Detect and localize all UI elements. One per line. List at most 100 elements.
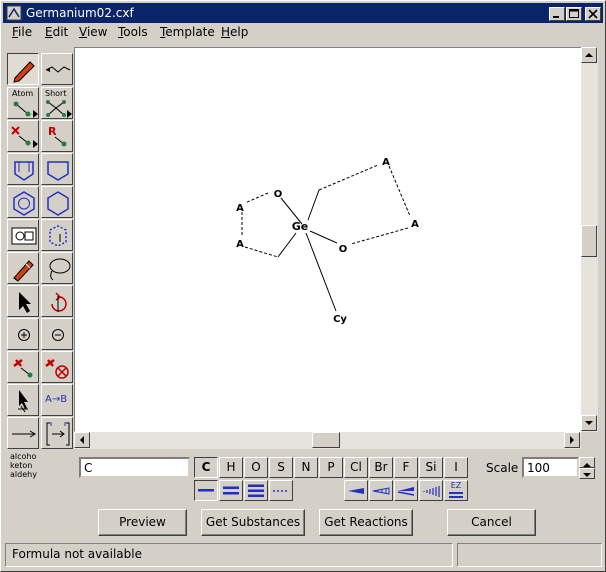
zoom-in-tool[interactable] <box>7 318 39 350</box>
chain-tool[interactable] <box>41 53 73 85</box>
atom-cy[interactable]: Cy <box>333 314 347 325</box>
atom-a4[interactable]: A <box>411 219 419 230</box>
element-si-button[interactable]: Si <box>419 457 443 478</box>
menu-edit[interactable]: Edit <box>45 25 68 39</box>
bond-a4-o2 <box>350 227 409 245</box>
benzene-icon <box>13 191 35 216</box>
element-h-button[interactable]: H <box>219 457 243 478</box>
atom-map-delete-tool[interactable] <box>41 351 73 383</box>
double-bond-icon <box>223 486 239 495</box>
window-title: Germanium02.cxf <box>26 6 134 20</box>
rotate-tool[interactable] <box>41 285 73 317</box>
horizontal-scrollbar[interactable] <box>74 432 581 449</box>
scale-input[interactable]: 100 <box>522 457 579 478</box>
element-p-button[interactable]: P <box>319 457 343 478</box>
reaction-arrow-tool[interactable] <box>7 417 39 449</box>
arrow-down-icon <box>585 421 593 425</box>
wedge-up-button[interactable] <box>344 480 368 501</box>
scale-spin-down[interactable] <box>579 468 595 479</box>
element-i-button[interactable]: I <box>444 457 468 478</box>
status-secondary <box>457 543 602 567</box>
scroll-down-button[interactable] <box>581 415 597 431</box>
template-select-tool[interactable] <box>41 219 73 251</box>
close-button[interactable] <box>585 7 601 21</box>
atom-ge[interactable]: Ge <box>292 220 309 233</box>
wedge-down-button[interactable] <box>369 480 393 501</box>
atom-bond-icon <box>13 101 38 118</box>
preview-button[interactable]: Preview <box>98 509 187 536</box>
structure-canvas[interactable]: Ge O O A A A A Cy <box>74 47 584 432</box>
bond-c2-a3 <box>318 164 379 191</box>
select-tool[interactable] <box>7 285 39 317</box>
minimize-button[interactable] <box>549 7 565 21</box>
triple-bond-button[interactable] <box>244 480 268 501</box>
reaction-mapping-label: A→B <box>45 394 68 405</box>
pentagon-tool[interactable] <box>41 153 73 185</box>
cancel-button[interactable]: Cancel <box>447 509 536 536</box>
get-substances-button[interactable]: Get Substances <box>201 509 305 536</box>
menu-tools[interactable]: Tools <box>118 25 148 39</box>
hashed-wedge-button[interactable] <box>419 480 443 501</box>
bond-a2-c <box>244 246 279 258</box>
shortcut-tool[interactable]: Short <box>41 87 73 119</box>
eraser-tool[interactable] <box>7 252 39 284</box>
atom-a3[interactable]: A <box>382 157 390 168</box>
lasso-tool[interactable] <box>41 252 73 284</box>
menu-help[interactable]: Help <box>221 25 248 39</box>
element-o-button[interactable]: O <box>244 457 268 478</box>
atom-a2[interactable]: A <box>236 239 244 250</box>
x-atom-icon <box>11 126 38 148</box>
benzene-tool[interactable] <box>7 186 39 218</box>
atom-a1[interactable]: A <box>236 203 244 214</box>
bracket-tool[interactable] <box>41 417 73 449</box>
functional-group-aldehyde[interactable]: aldehy <box>10 470 40 479</box>
delete-atom-tool[interactable] <box>7 120 39 152</box>
status-message: Formula not available <box>5 543 453 567</box>
r-group-tool[interactable]: R <box>41 120 73 152</box>
zoom-out-tool[interactable] <box>41 318 73 350</box>
ez-bond-button[interactable]: EZ <box>444 480 468 501</box>
vertical-scrollbar[interactable] <box>581 47 598 432</box>
title-bar[interactable]: Germanium02.cxf <box>3 3 603 23</box>
menu-help-accel: H <box>221 25 231 39</box>
template-library-tool[interactable] <box>7 219 39 251</box>
atom-label-input[interactable]: C <box>79 457 190 478</box>
wedge-either-button[interactable] <box>394 480 418 501</box>
reaction-mapping-tool[interactable]: A→B <box>41 384 73 416</box>
atom-o2[interactable]: O <box>339 244 348 255</box>
bracket-icon <box>46 422 70 446</box>
atom-map-tool[interactable] <box>7 351 39 383</box>
reaction-center-tool[interactable] <box>7 384 39 416</box>
menu-edit-label: dit <box>52 25 69 39</box>
template-ring-tool[interactable] <box>7 153 39 185</box>
bond-ge-cy <box>305 232 337 312</box>
scale-spin-up[interactable] <box>579 457 595 468</box>
menu-file[interactable]: File <box>12 25 32 39</box>
element-n-button[interactable]: N <box>294 457 318 478</box>
scroll-right-button[interactable] <box>564 432 580 448</box>
element-f-button[interactable]: F <box>394 457 418 478</box>
horizontal-scroll-thumb[interactable] <box>312 432 340 448</box>
maximize-button[interactable] <box>566 7 582 21</box>
menu-template[interactable]: Template <box>160 25 215 39</box>
scroll-up-button[interactable] <box>581 47 597 63</box>
functional-group-ketone[interactable]: keton <box>10 461 40 470</box>
menu-view[interactable]: View <box>79 25 107 39</box>
get-reactions-button[interactable]: Get Reactions <box>319 509 413 536</box>
scroll-left-button[interactable] <box>74 432 90 448</box>
hexagon-tool[interactable] <box>41 186 73 218</box>
functional-group-alcohol[interactable]: alcoho <box>10 452 40 461</box>
pencil-tool[interactable] <box>7 53 39 85</box>
element-c-button[interactable]: C <box>194 457 218 478</box>
element-s-button[interactable]: S <box>269 457 293 478</box>
atom-tool[interactable]: Atom <box>7 87 39 119</box>
any-bond-button[interactable] <box>269 480 293 501</box>
single-bond-button[interactable] <box>194 480 218 501</box>
functional-group-list[interactable]: alcoho keton aldehy <box>8 452 40 484</box>
atom-o1[interactable]: O <box>274 189 283 200</box>
element-br-button[interactable]: Br <box>369 457 393 478</box>
minimize-icon <box>553 16 559 18</box>
element-cl-button[interactable]: Cl <box>344 457 368 478</box>
double-bond-button[interactable] <box>219 480 243 501</box>
vertical-scroll-thumb[interactable] <box>581 225 597 257</box>
